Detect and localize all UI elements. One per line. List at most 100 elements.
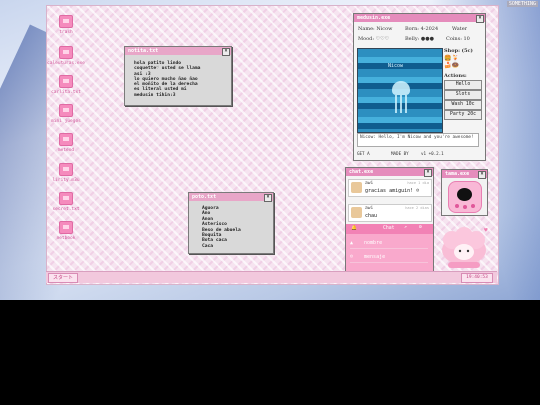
slots-button[interactable]: Slots <box>444 90 482 100</box>
desktop-icon[interactable]: trash <box>39 15 93 35</box>
folder-icon <box>59 104 73 117</box>
desktop-icon-label: secret.txt <box>52 207 80 212</box>
desktop-icon-label: meteod <box>57 148 75 153</box>
pet-scene[interactable]: Nicow <box>357 48 443 133</box>
desktop-icon-label: caleuturas.exe <box>47 61 85 66</box>
pet-footer: GET A MADE BY v1 +0.2.1 <box>357 151 481 158</box>
smile-icon: ☺ <box>350 254 354 260</box>
notita-titlebar[interactable]: notita.txt × <box>125 47 231 56</box>
tentacle <box>405 95 407 113</box>
bell-icon[interactable]: 🔔 <box>351 226 357 231</box>
message-time: hace 1 dia <box>407 181 429 185</box>
jellyfish-icon <box>392 81 410 95</box>
message-input[interactable]: ☺ mensaje <box>350 252 428 263</box>
start-button[interactable]: スタート <box>48 273 78 283</box>
desktop-icon-label: netbook <box>56 236 76 241</box>
chat-form: 🔔 Chat ↗ ⚙ ▲ nombre ☺ mensaje <box>346 224 433 271</box>
hello-button[interactable]: Hello <box>444 80 482 90</box>
tentacle <box>400 95 402 113</box>
tentacle <box>395 95 397 113</box>
pet-titlebar[interactable]: medusin.exe × <box>354 14 485 23</box>
close-icon[interactable]: × <box>222 48 230 56</box>
desktop-icon-label: trash <box>59 30 73 35</box>
footer-get[interactable]: GET A <box>357 151 370 156</box>
desktop-icon[interactable]: secret.txt <box>39 192 93 212</box>
avatar <box>351 207 362 218</box>
poto-content: Aguora Ano Anon Asterisco Beso de abuela Boqu… <box>192 204 270 252</box>
desktop-icon[interactable]: lirity.m3u <box>39 163 93 183</box>
svg-text:♥: ♥ <box>484 227 488 234</box>
folder-icon <box>59 192 73 205</box>
pet-sprite-label: Nicow <box>388 63 404 69</box>
close-icon[interactable]: × <box>478 171 486 179</box>
folder-icon <box>59 46 73 59</box>
tama-button[interactable] <box>455 204 459 208</box>
footer-made-by: MADE BY <box>391 151 409 156</box>
chat-message: awi hace 2 dias chau <box>348 204 432 222</box>
pet-speech: Nicow: Hello, I'm Nicow and you're aweso… <box>357 133 479 147</box>
poto-window: poto.txt × Aguora Ano Anon Asterisco Beso de… <box>188 192 274 254</box>
desktop-icon[interactable]: mini juegos <box>39 104 93 124</box>
water-label[interactable]: Water <box>452 26 467 32</box>
desktop-icon[interactable]: carlita.txt <box>39 75 93 95</box>
shop-label: Shop: (5c) <box>444 48 473 54</box>
message-time: hace 2 dias <box>405 206 429 210</box>
shop-items[interactable]: 🍔🍹 🍰🍩 <box>444 55 459 69</box>
taskbar-clock: 19:40:53 <box>461 273 493 283</box>
pet-belly: Belly: ●●● <box>405 36 435 42</box>
close-icon[interactable]: × <box>424 169 432 177</box>
desktop-icon-label: lirity.m3u <box>52 178 80 183</box>
message-placeholder: mensaje <box>364 254 386 260</box>
name-placeholder: nombre <box>364 240 383 246</box>
tama-window: tama.exe × <box>441 169 488 216</box>
folder-icon <box>59 133 73 146</box>
pet-coins: Coins: 10 <box>446 36 470 42</box>
message-text: chau <box>365 213 378 219</box>
chat-toolbar: 🔔 Chat ↗ ⚙ <box>346 224 433 234</box>
tama-title: tama.exe <box>445 171 470 177</box>
desktop-icon[interactable]: meteod <box>39 133 93 153</box>
name-input[interactable]: ▲ nombre <box>350 238 428 249</box>
tama-button[interactable] <box>471 204 475 208</box>
pet-born: Born: 4-2024 <box>405 26 439 32</box>
screen-background: SOMETHING trash caleuturas.exe carlita.txt… <box>0 0 540 300</box>
folder-icon <box>59 15 73 28</box>
poto-title: poto.txt <box>192 194 217 200</box>
item-icon[interactable]: 🍩 <box>451 62 458 69</box>
pet-name: Name: Nicow <box>358 26 393 32</box>
party-button[interactable]: Party 20c <box>444 110 482 120</box>
desktop-icon-label: mini juegos <box>51 119 81 124</box>
pet-title: medusin.exe <box>357 15 391 21</box>
chat-bar-label: Chat <box>383 226 395 231</box>
chat-title: chat.exe <box>349 169 374 175</box>
footer-version: v1 +0.2.1 <box>421 151 444 156</box>
chat-window: chat.exe × awi hace 1 dia gracias amigui… <box>345 167 434 272</box>
settings-icon[interactable]: ⚙ <box>419 225 422 230</box>
pet-window: medusin.exe × Name: Nicow Born: 4-2024 W… <box>353 13 486 161</box>
taskbar: スタート 19:40:53 <box>46 271 497 283</box>
drink-icon[interactable]: 🍹 <box>451 55 458 62</box>
tama-button[interactable] <box>463 205 467 209</box>
close-icon[interactable]: × <box>264 194 272 202</box>
desktop-icon[interactable]: netbook <box>39 221 93 241</box>
external-link-icon[interactable]: ↗ <box>404 225 407 230</box>
wash-button[interactable]: Wash 10c <box>444 100 482 110</box>
poto-titlebar[interactable]: poto.txt × <box>189 193 273 202</box>
folder-icon <box>59 163 73 176</box>
desktop-icon[interactable]: caleuturas.exe <box>39 46 93 66</box>
tama-titlebar[interactable]: tama.exe × <box>442 170 487 179</box>
tamagotchi-device[interactable] <box>448 181 482 213</box>
user-icon: ▲ <box>350 240 354 246</box>
note-line: Caca <box>202 243 214 249</box>
avatar <box>351 182 362 193</box>
sheep-mascot-icon: ♥ <box>442 227 488 268</box>
notita-title: notita.txt <box>128 48 159 54</box>
message-author: awi <box>365 206 374 211</box>
notita-window: notita.txt × hola patito lindo coquette♡ … <box>124 46 232 106</box>
pet-mood: Mood: ♡♡♡ <box>358 36 390 42</box>
close-icon[interactable]: × <box>476 15 484 23</box>
corner-tag: SOMETHING <box>506 1 538 7</box>
chat-titlebar[interactable]: chat.exe × <box>346 168 433 177</box>
note-line: medusin tihin:3 <box>134 92 176 98</box>
notita-content: hola patito lindo coquette♡ usted se llam… <box>128 58 228 102</box>
